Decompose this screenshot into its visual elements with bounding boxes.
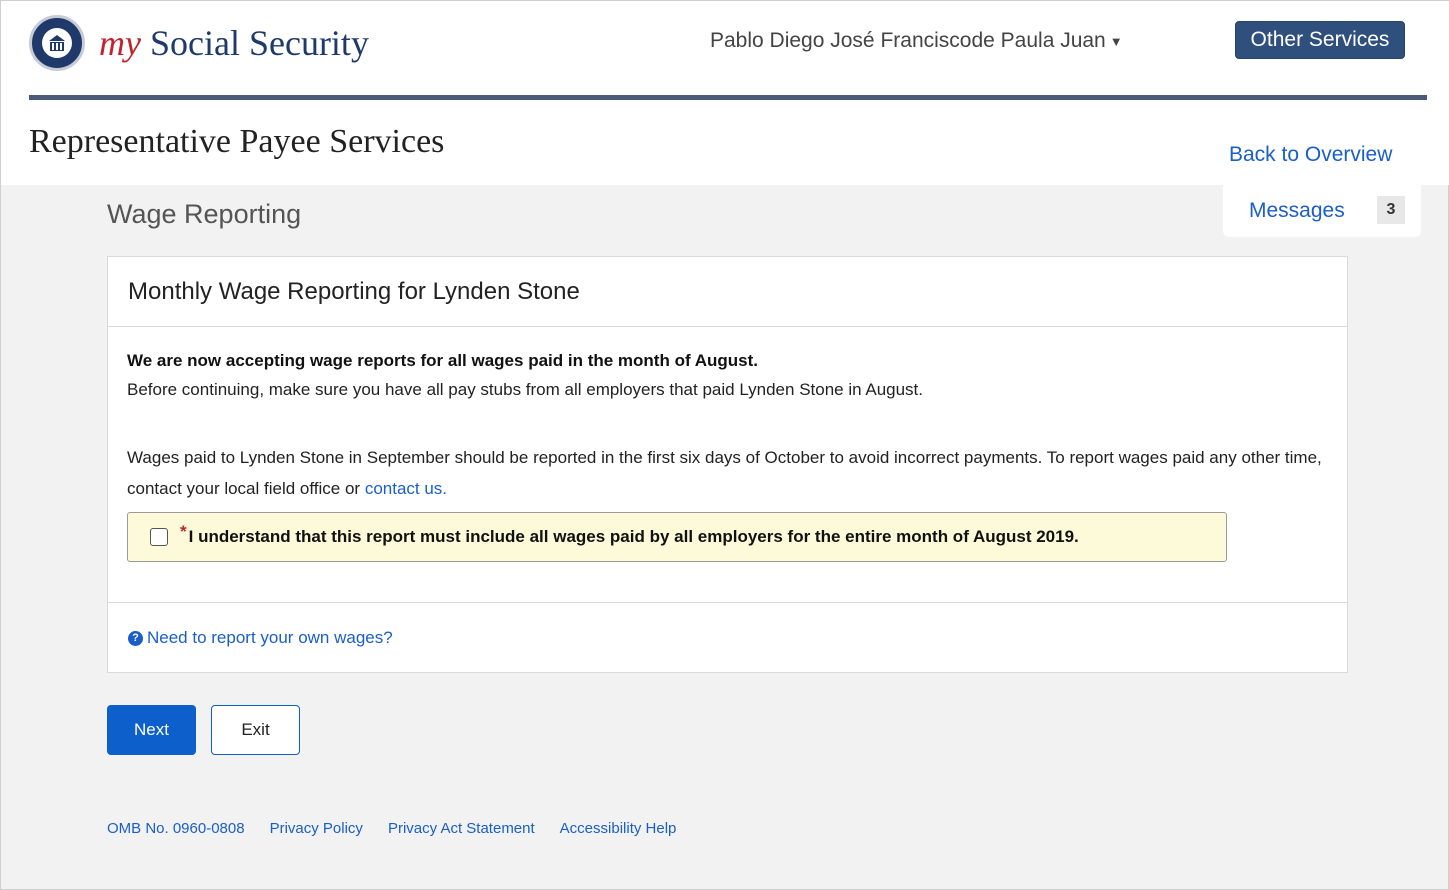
other-services-button[interactable]: Other Services (1235, 21, 1405, 59)
user-menu[interactable]: Pablo Diego José Franciscode Paula Juan … (710, 29, 1123, 53)
contact-us-link[interactable]: contact us. (365, 479, 447, 498)
question-circle-icon: ? (128, 630, 143, 646)
brand-social-security: Social Security (149, 23, 369, 63)
acknowledgement-checkbox[interactable] (150, 528, 168, 546)
omb-link[interactable]: OMB No. 0960-0808 (107, 820, 245, 837)
wage-reporting-panel: Monthly Wage Reporting for Lynden Stone … (107, 256, 1348, 673)
required-marker: * (180, 522, 187, 541)
panel-heading: Monthly Wage Reporting for Lynden Stone (108, 257, 1347, 327)
acknowledgement-label: I understand that this report must inclu… (188, 527, 1079, 546)
footer-links: OMB No. 0960-0808 Privacy Policy Privacy… (107, 820, 701, 837)
own-wages-link[interactable]: ? Need to report your own wages? (128, 628, 393, 648)
caret-down-icon: ▼ (1109, 33, 1123, 49)
user-name: Pablo Diego José Franciscode Paula Juan (710, 29, 1106, 52)
privacy-act-link[interactable]: Privacy Act Statement (388, 820, 535, 837)
exit-button[interactable]: Exit (211, 705, 300, 755)
back-to-overview-link[interactable]: Back to Overview (1229, 143, 1392, 167)
messages-count-badge: 3 (1377, 196, 1405, 224)
page-title: Representative Payee Services (29, 123, 445, 160)
eagle-icon (49, 35, 65, 51)
next-button[interactable]: Next (107, 705, 196, 755)
own-wages-label: Need to report your own wages? (147, 628, 393, 647)
privacy-policy-link[interactable]: Privacy Policy (270, 820, 363, 837)
brand-my: my (99, 23, 141, 63)
acknowledgement-box: * I understand that this report must inc… (127, 512, 1227, 562)
section-title: Wage Reporting (107, 199, 302, 229)
messages-widget: Messages 3 (1223, 185, 1421, 237)
header-divider (29, 95, 1427, 100)
ssa-logo[interactable]: my Social Security (29, 15, 369, 71)
messages-link[interactable]: Messages (1249, 199, 1345, 223)
accessibility-help-link[interactable]: Accessibility Help (560, 820, 677, 837)
ssa-seal-icon (29, 15, 85, 71)
brand-title: my Social Security (99, 25, 369, 61)
